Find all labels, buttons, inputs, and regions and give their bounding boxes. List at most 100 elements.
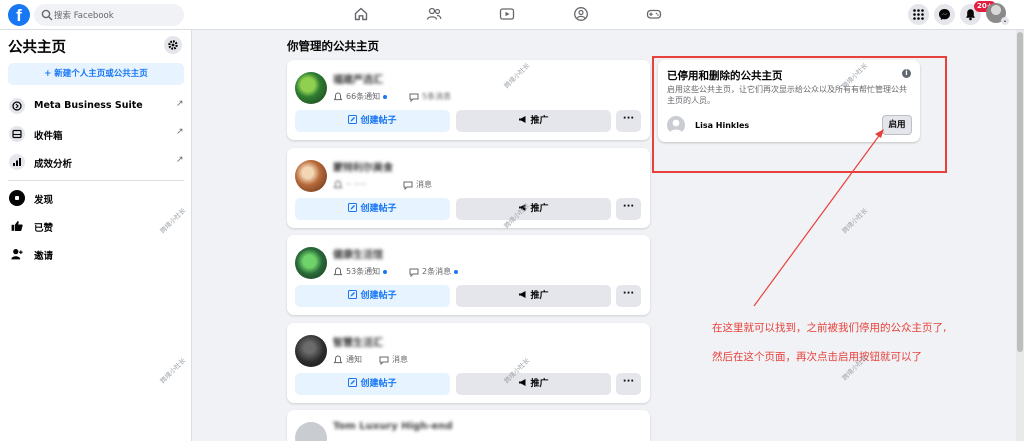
edit-icon [348,203,358,212]
page-name[interactable]: 福建严选汇 [333,71,383,86]
insights-bar-chart-icon [9,154,25,170]
messages-icon [379,356,389,365]
messages-stat[interactable]: 2条消息 [409,266,459,278]
create-post-label: 创建帖子 [360,116,397,126]
messages-icon [409,93,419,102]
annotation-text-line-1: 在这里就可以找到，之前被我们停用的公众主页了, [712,322,947,334]
meta-business-suite-icon [9,98,25,114]
notifications-stat[interactable]: ·· ····· [333,179,366,191]
menu-button[interactable] [908,4,929,25]
messages-count: 消息 [392,355,408,364]
bell-icon [333,354,343,363]
page-card: 蒙特利尔美食 ·· ····· 消息 创建帖子 推广 ··· [287,148,650,228]
top-navigation-bar: f 搜索 Facebook 20+ ⌄ [0,0,1024,30]
messenger-icon [939,9,950,20]
sidebar-item-label: Meta Business Suite [34,100,143,111]
page-name[interactable]: Tom Luxury High-end [333,421,453,432]
megaphone-icon [519,116,526,123]
create-post-label: 创建帖子 [360,379,397,389]
page-avatar[interactable] [295,335,327,367]
gaming-icon[interactable] [646,6,662,22]
annotation-highlight-box [652,56,947,173]
create-post-button[interactable]: 创建帖子 [295,285,450,307]
managed-pages-title: 你管理的公共主页 [287,39,379,53]
page-name[interactable]: 健康生活馆 [333,246,383,261]
promote-label: 推广 [530,379,549,389]
watermark: 跨境小社长 [840,206,870,236]
megaphone-icon [519,291,526,298]
discover-compass-icon [9,190,25,206]
more-options-button[interactable]: ··· [616,198,641,220]
page-avatar[interactable] [295,160,327,192]
more-options-button[interactable]: ··· [616,373,641,395]
page-card: 健康生活馆 53条通知 2条消息 创建帖子 推广 ··· [287,235,650,315]
notifications-count: 53条通知 [346,267,381,276]
promote-button[interactable]: 推广 [456,110,611,132]
create-post-button[interactable]: 创建帖子 [295,198,450,220]
messages-stat[interactable]: 消息 [379,354,408,366]
sidebar-item-inbox[interactable]: 收件箱 ↗ [4,122,188,146]
notifications-count: 66条通知 [346,92,381,101]
sidebar-item-label: 发现 [34,195,54,206]
promote-label: 推广 [530,116,549,126]
invite-person-icon [9,246,25,262]
sidebar-item-insights[interactable]: 成效分析 ↗ [4,150,188,174]
promote-label: 推广 [530,291,549,301]
sidebar-item-label: 邀请 [34,251,54,262]
more-options-button[interactable]: ··· [616,285,641,307]
groups-icon[interactable] [573,6,589,22]
notifications-stat[interactable]: 66条通知 [333,91,388,103]
promote-button[interactable]: 推广 [456,285,611,307]
create-new-page-button[interactable]: + 新建个人主页或公共主页 [8,63,184,85]
search-icon [41,9,53,21]
messages-count: 2条消息 [422,267,452,276]
facebook-logo[interactable]: f [8,4,30,26]
page-avatar[interactable] [295,72,327,104]
bell-icon [333,179,343,188]
chevron-down-icon[interactable]: ⌄ [1001,17,1009,25]
edit-icon [348,378,358,387]
sidebar-item-discover[interactable]: 发现 [4,186,188,210]
page-avatar[interactable] [295,247,327,279]
settings-button[interactable] [164,36,182,54]
external-link-icon: ↗ [176,155,184,165]
friends-icon[interactable] [426,6,442,22]
watch-icon[interactable] [499,6,515,22]
sidebar-title: 公共主页 [8,40,66,56]
notifications-stat[interactable]: 53条通知 [333,266,388,278]
external-link-icon: ↗ [176,99,184,109]
messages-icon [409,268,419,277]
create-post-button[interactable]: 创建帖子 [295,110,450,132]
messages-count: 5条消息 [422,92,452,101]
page-name[interactable]: 智慧生活汇 [333,334,383,349]
page-avatar[interactable] [295,422,327,441]
messages-stat[interactable]: 消息 [403,179,432,191]
external-link-icon: ↗ [176,127,184,137]
page-name[interactable]: 蒙特利尔美食 [333,159,393,174]
more-options-button[interactable]: ··· [616,110,641,132]
sidebar-item-invites[interactable]: 邀请 [4,242,188,266]
bell-icon [333,266,343,275]
edit-icon [348,115,358,124]
megaphone-icon [519,379,526,386]
sidebar-item-label: 收件箱 [34,131,63,142]
promote-button[interactable]: 推广 [456,198,611,220]
create-post-label: 创建帖子 [360,291,397,301]
sidebar-item-meta-business-suite[interactable]: Meta Business Suite ↗ [4,94,188,118]
create-post-button[interactable]: 创建帖子 [295,373,450,395]
inbox-icon [9,126,25,142]
messages-stat[interactable]: 5条消息 [409,91,451,103]
home-icon[interactable] [353,6,369,22]
create-post-label: 创建帖子 [360,204,397,214]
page-scrollbar[interactable] [1016,30,1024,441]
promote-label: 推广 [530,204,549,214]
search-box[interactable]: 搜索 Facebook [34,4,184,26]
notifications-stat[interactable]: 通知 [333,354,362,366]
page-card: Tom Luxury High-end [287,410,650,441]
scrollbar-thumb[interactable] [1017,32,1023,352]
messages-count: 消息 [416,180,432,189]
messenger-button[interactable] [934,4,955,25]
edit-icon [348,290,358,299]
thumbs-up-icon [9,218,25,234]
promote-button[interactable]: 推广 [456,373,611,395]
